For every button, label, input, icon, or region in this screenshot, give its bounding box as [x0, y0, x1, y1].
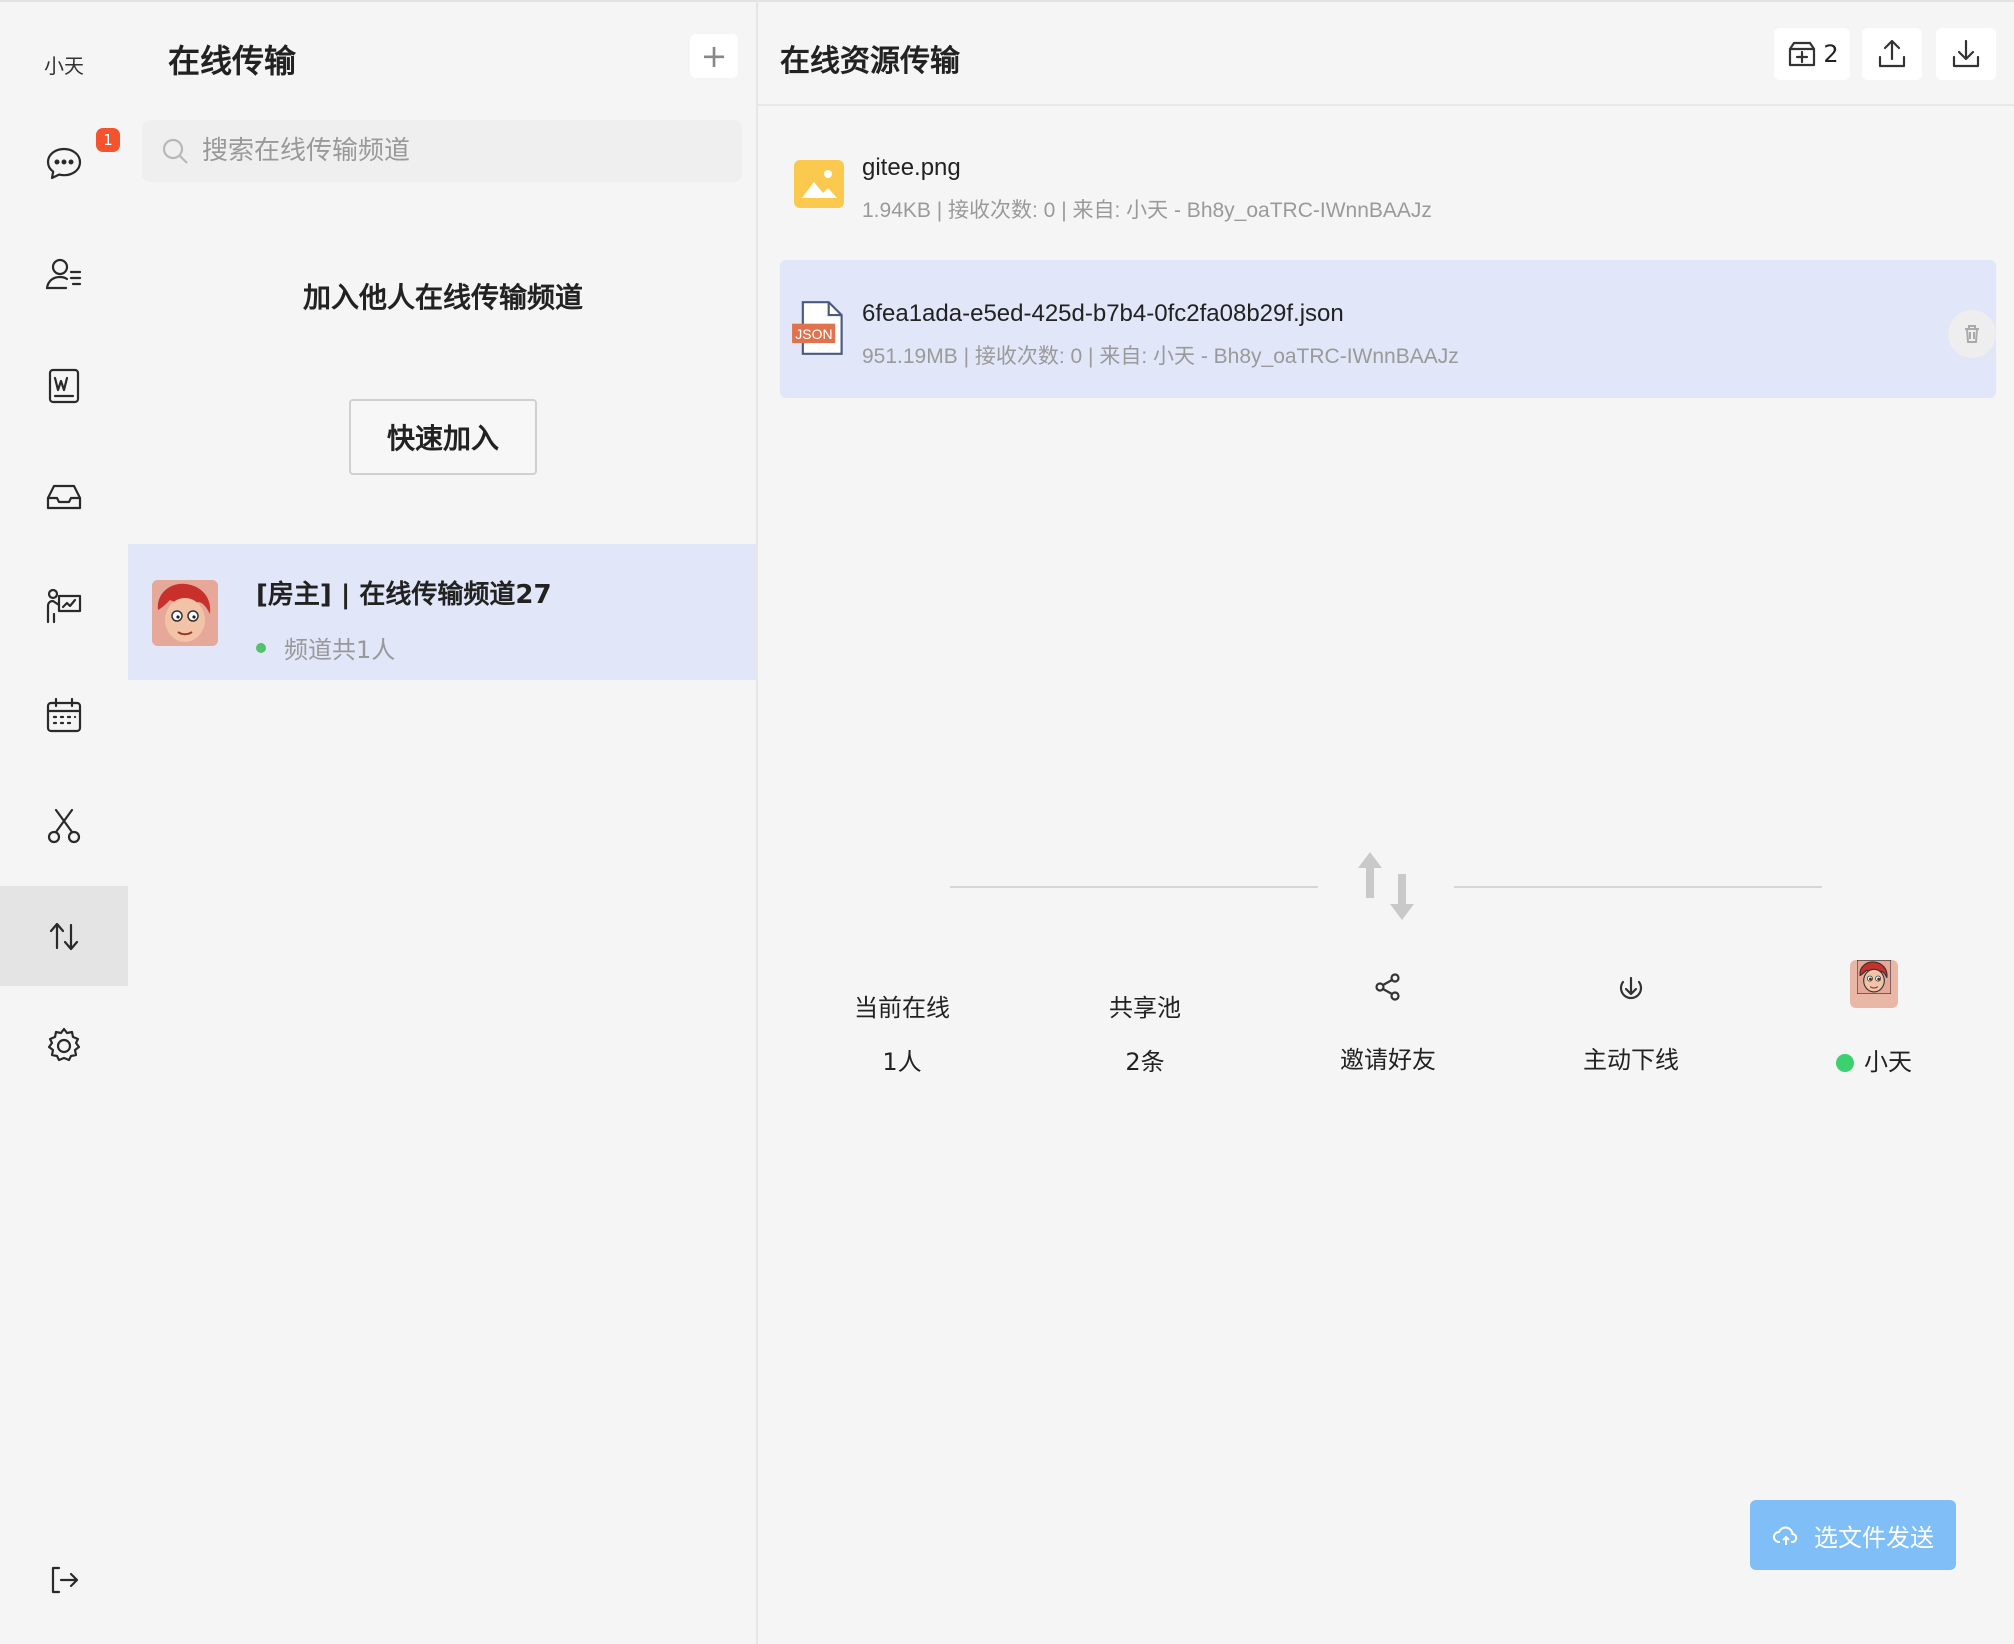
download-icon — [1952, 39, 1980, 68]
file-item[interactable]: gitee.png 1.94KB | 接收次数: 0 | 来自: 小天 - Bh… — [780, 114, 1996, 252]
transfer-icon — [49, 922, 79, 951]
stat-online-label: 当前在线 — [854, 994, 950, 1022]
main-header: 在线资源传输 2 — [758, 2, 2014, 106]
main-area: 在线资源传输 2 gitee.png 1.94KB | 接收次数: 0 | 来自… — [758, 0, 2014, 1644]
nav-inbox[interactable] — [0, 446, 128, 546]
current-user-name: 小天 — [44, 54, 84, 78]
online-user-name: 小天 — [1784, 1042, 1964, 1077]
divider-left — [950, 886, 1318, 888]
transfer-icon — [1358, 852, 1414, 920]
json-type-label: JSON — [795, 326, 832, 342]
trash-icon — [1965, 325, 1979, 343]
invite-friend-label: 邀请好友 — [1340, 1046, 1436, 1074]
word-doc-icon — [48, 368, 80, 404]
json-file-icon: JSON — [792, 301, 843, 355]
send-file-label: 选文件发送 — [1814, 1523, 1934, 1552]
calendar-icon — [46, 697, 82, 733]
contacts-icon — [45, 258, 82, 290]
scissors-icon — [47, 808, 81, 844]
nav-presentation[interactable] — [0, 556, 128, 656]
shared-pool-button[interactable]: 2 — [1774, 28, 1850, 80]
online-status-dot — [1836, 1054, 1854, 1072]
quick-join-button[interactable]: 快速加入 — [349, 399, 537, 475]
file-meta: 951.19MB | 接收次数: 0 | 来自: 小天 - Bh8y_oaTRC… — [862, 345, 1459, 368]
logout-button[interactable] — [0, 1530, 128, 1630]
search-icon — [162, 138, 188, 164]
online-dot — [256, 642, 266, 653]
file-item-selected[interactable]: JSON 6fea1ada-e5ed-425d-b7b4-0fc2fa08b29… — [780, 260, 1996, 398]
avatar — [152, 580, 218, 646]
presentation-icon — [46, 588, 82, 624]
send-file-button[interactable]: 选文件发送 — [1750, 1500, 1956, 1570]
panel-title: 在线传输 — [168, 42, 297, 80]
channel-member-count: 频道共1人 — [284, 636, 396, 664]
pool-count: 2 — [1823, 40, 1839, 68]
pool-icon — [1789, 41, 1816, 67]
upload-button[interactable] — [1862, 28, 1922, 80]
page-title: 在线资源传输 — [780, 44, 960, 79]
nav-settings[interactable] — [0, 996, 128, 1096]
logout-icon — [51, 1566, 79, 1594]
go-offline-label: 主动下线 — [1583, 1046, 1679, 1074]
nav-docs[interactable] — [0, 336, 128, 436]
add-channel-button[interactable]: + — [690, 34, 738, 78]
online-user-label: 小天 — [1864, 1048, 1912, 1076]
share-icon — [1375, 973, 1400, 1001]
power-off-icon — [1619, 976, 1643, 1000]
avatar — [1850, 960, 1898, 1008]
file-name: 6fea1ada-e5ed-425d-b7b4-0fc2fa08b29f.jso… — [862, 300, 1344, 327]
search-input[interactable] — [202, 136, 722, 166]
chat-icon — [46, 147, 82, 180]
channel-name: [房主] | 在线传输频道27 — [256, 580, 552, 610]
channel-panel: 在线传输 + 加入他人在线传输频道 快速加入 [房主] | 在线传输频道27 频… — [128, 0, 758, 1644]
unread-badge: 1 — [96, 128, 120, 152]
upload-icon — [1878, 39, 1906, 68]
stat-pool-value: 2条 — [1125, 1048, 1165, 1076]
channel-search[interactable] — [142, 120, 742, 182]
join-heading: 加入他人在线传输频道 — [302, 281, 583, 314]
nav-calendar[interactable] — [0, 666, 128, 766]
nav-transfer[interactable] — [0, 886, 128, 986]
nav-contacts[interactable] — [0, 224, 128, 324]
nav-clip[interactable] — [0, 776, 128, 876]
nav-rail: 小天 1 — [0, 0, 128, 1644]
gear-icon — [47, 1027, 81, 1062]
stat-pool-label: 共享池 — [1109, 994, 1181, 1022]
channel-members: 频道共1人 — [256, 630, 395, 665]
divider-right — [1454, 886, 1822, 888]
file-meta: 1.94KB | 接收次数: 0 | 来自: 小天 - Bh8y_oaTRC-I… — [862, 199, 1432, 222]
file-name: gitee.png — [862, 154, 961, 181]
image-file-icon — [794, 160, 844, 208]
channel-list-item[interactable]: [房主] | 在线传输频道27 频道共1人 — [128, 544, 756, 680]
stat-online-value: 1人 — [882, 1048, 922, 1076]
cloud-upload-icon — [1773, 1526, 1798, 1545]
inbox-icon — [46, 484, 82, 510]
delete-file-button[interactable] — [1948, 310, 1996, 358]
download-button[interactable] — [1936, 28, 1996, 80]
